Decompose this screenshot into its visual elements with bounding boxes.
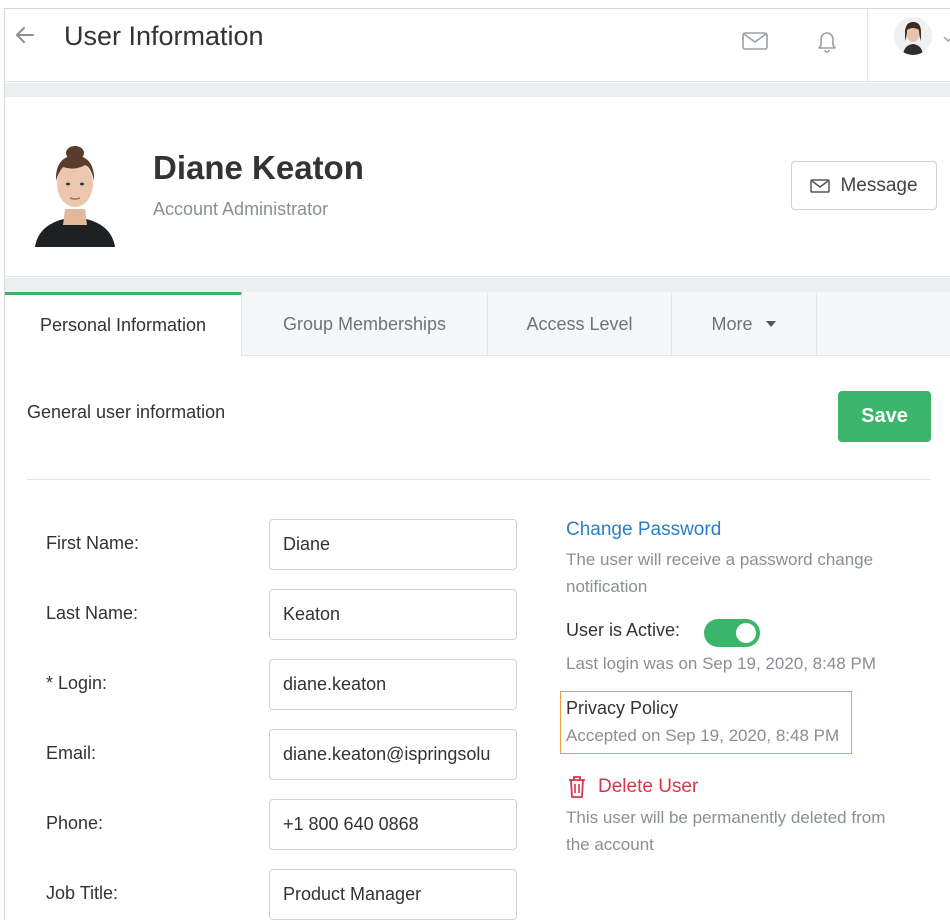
phone-input[interactable]: [269, 799, 517, 850]
section-title: General user information: [27, 402, 226, 422]
tab-label: Access Level: [526, 313, 633, 334]
trash-icon: [569, 776, 585, 798]
first-name-label: First Name:: [46, 533, 140, 553]
tab-group-memberships[interactable]: Group Memberships: [242, 292, 488, 356]
message-button[interactable]: Message: [791, 161, 937, 210]
privacy-policy-note: Accepted on Sep 19, 2020, 8:48 PM: [566, 726, 840, 745]
profile-role: Account Administrator: [153, 199, 329, 219]
phone-label: Phone:: [46, 813, 104, 833]
bell-icon[interactable]: [815, 27, 839, 55]
delete-user-button[interactable]: Delete User: [566, 775, 698, 799]
save-button[interactable]: Save: [838, 391, 931, 442]
email-label: Email:: [46, 743, 97, 763]
login-label: * Login:: [46, 673, 108, 693]
last-name-input[interactable]: [269, 589, 517, 640]
delete-user-note: This user will be permanently deleted fr…: [566, 808, 886, 854]
tab-personal-information[interactable]: Personal Information: [5, 292, 242, 357]
tab-bar: Personal Information Group Memberships A…: [5, 292, 950, 357]
profile-header: Diane Keaton Account Administrator Messa…: [5, 97, 950, 277]
tab-label: More: [711, 313, 753, 334]
caret-down-icon: [765, 321, 776, 327]
tab-label: Group Memberships: [282, 313, 447, 334]
chevron-down-icon[interactable]: [943, 35, 950, 43]
toggle-knob: [736, 623, 756, 643]
header-separator: [5, 83, 950, 97]
user-active-toggle[interactable]: [704, 619, 760, 647]
tab-label: Personal Information: [39, 315, 207, 335]
message-button-label: Message: [840, 174, 918, 196]
delete-user-label: Delete User: [598, 776, 699, 797]
profile-separator: [5, 278, 950, 292]
section-divider: [27, 479, 931, 480]
user-active-label: User is Active:: [566, 620, 681, 640]
email-input[interactable]: [269, 729, 517, 780]
app-window: User Information Diane Keaton Account Ad…: [4, 8, 950, 920]
profile-avatar: [25, 137, 125, 247]
top-bar: User Information: [5, 9, 950, 82]
profile-name: Diane Keaton: [153, 149, 364, 186]
login-input[interactable]: [269, 659, 517, 710]
tab-access-level[interactable]: Access Level: [488, 292, 672, 356]
page-title: User Information: [64, 21, 264, 51]
back-arrow-icon[interactable]: [13, 23, 37, 47]
tab-more[interactable]: More: [672, 292, 817, 356]
mail-icon[interactable]: [741, 29, 769, 53]
last-name-label: Last Name:: [46, 603, 139, 623]
mail-icon: [810, 178, 831, 193]
first-name-input[interactable]: [269, 519, 517, 570]
job-title-input[interactable]: [269, 869, 517, 920]
topbar-divider: [867, 9, 868, 82]
change-password-link[interactable]: Change Password: [566, 519, 721, 541]
last-login-note: Last login was on Sep 19, 2020, 8:48 PM: [566, 654, 876, 673]
job-title-label: Job Title:: [46, 883, 119, 903]
user-avatar[interactable]: [894, 17, 932, 55]
privacy-policy-title: Privacy Policy: [566, 698, 679, 718]
change-password-note: The user will receive a password change …: [566, 550, 874, 596]
